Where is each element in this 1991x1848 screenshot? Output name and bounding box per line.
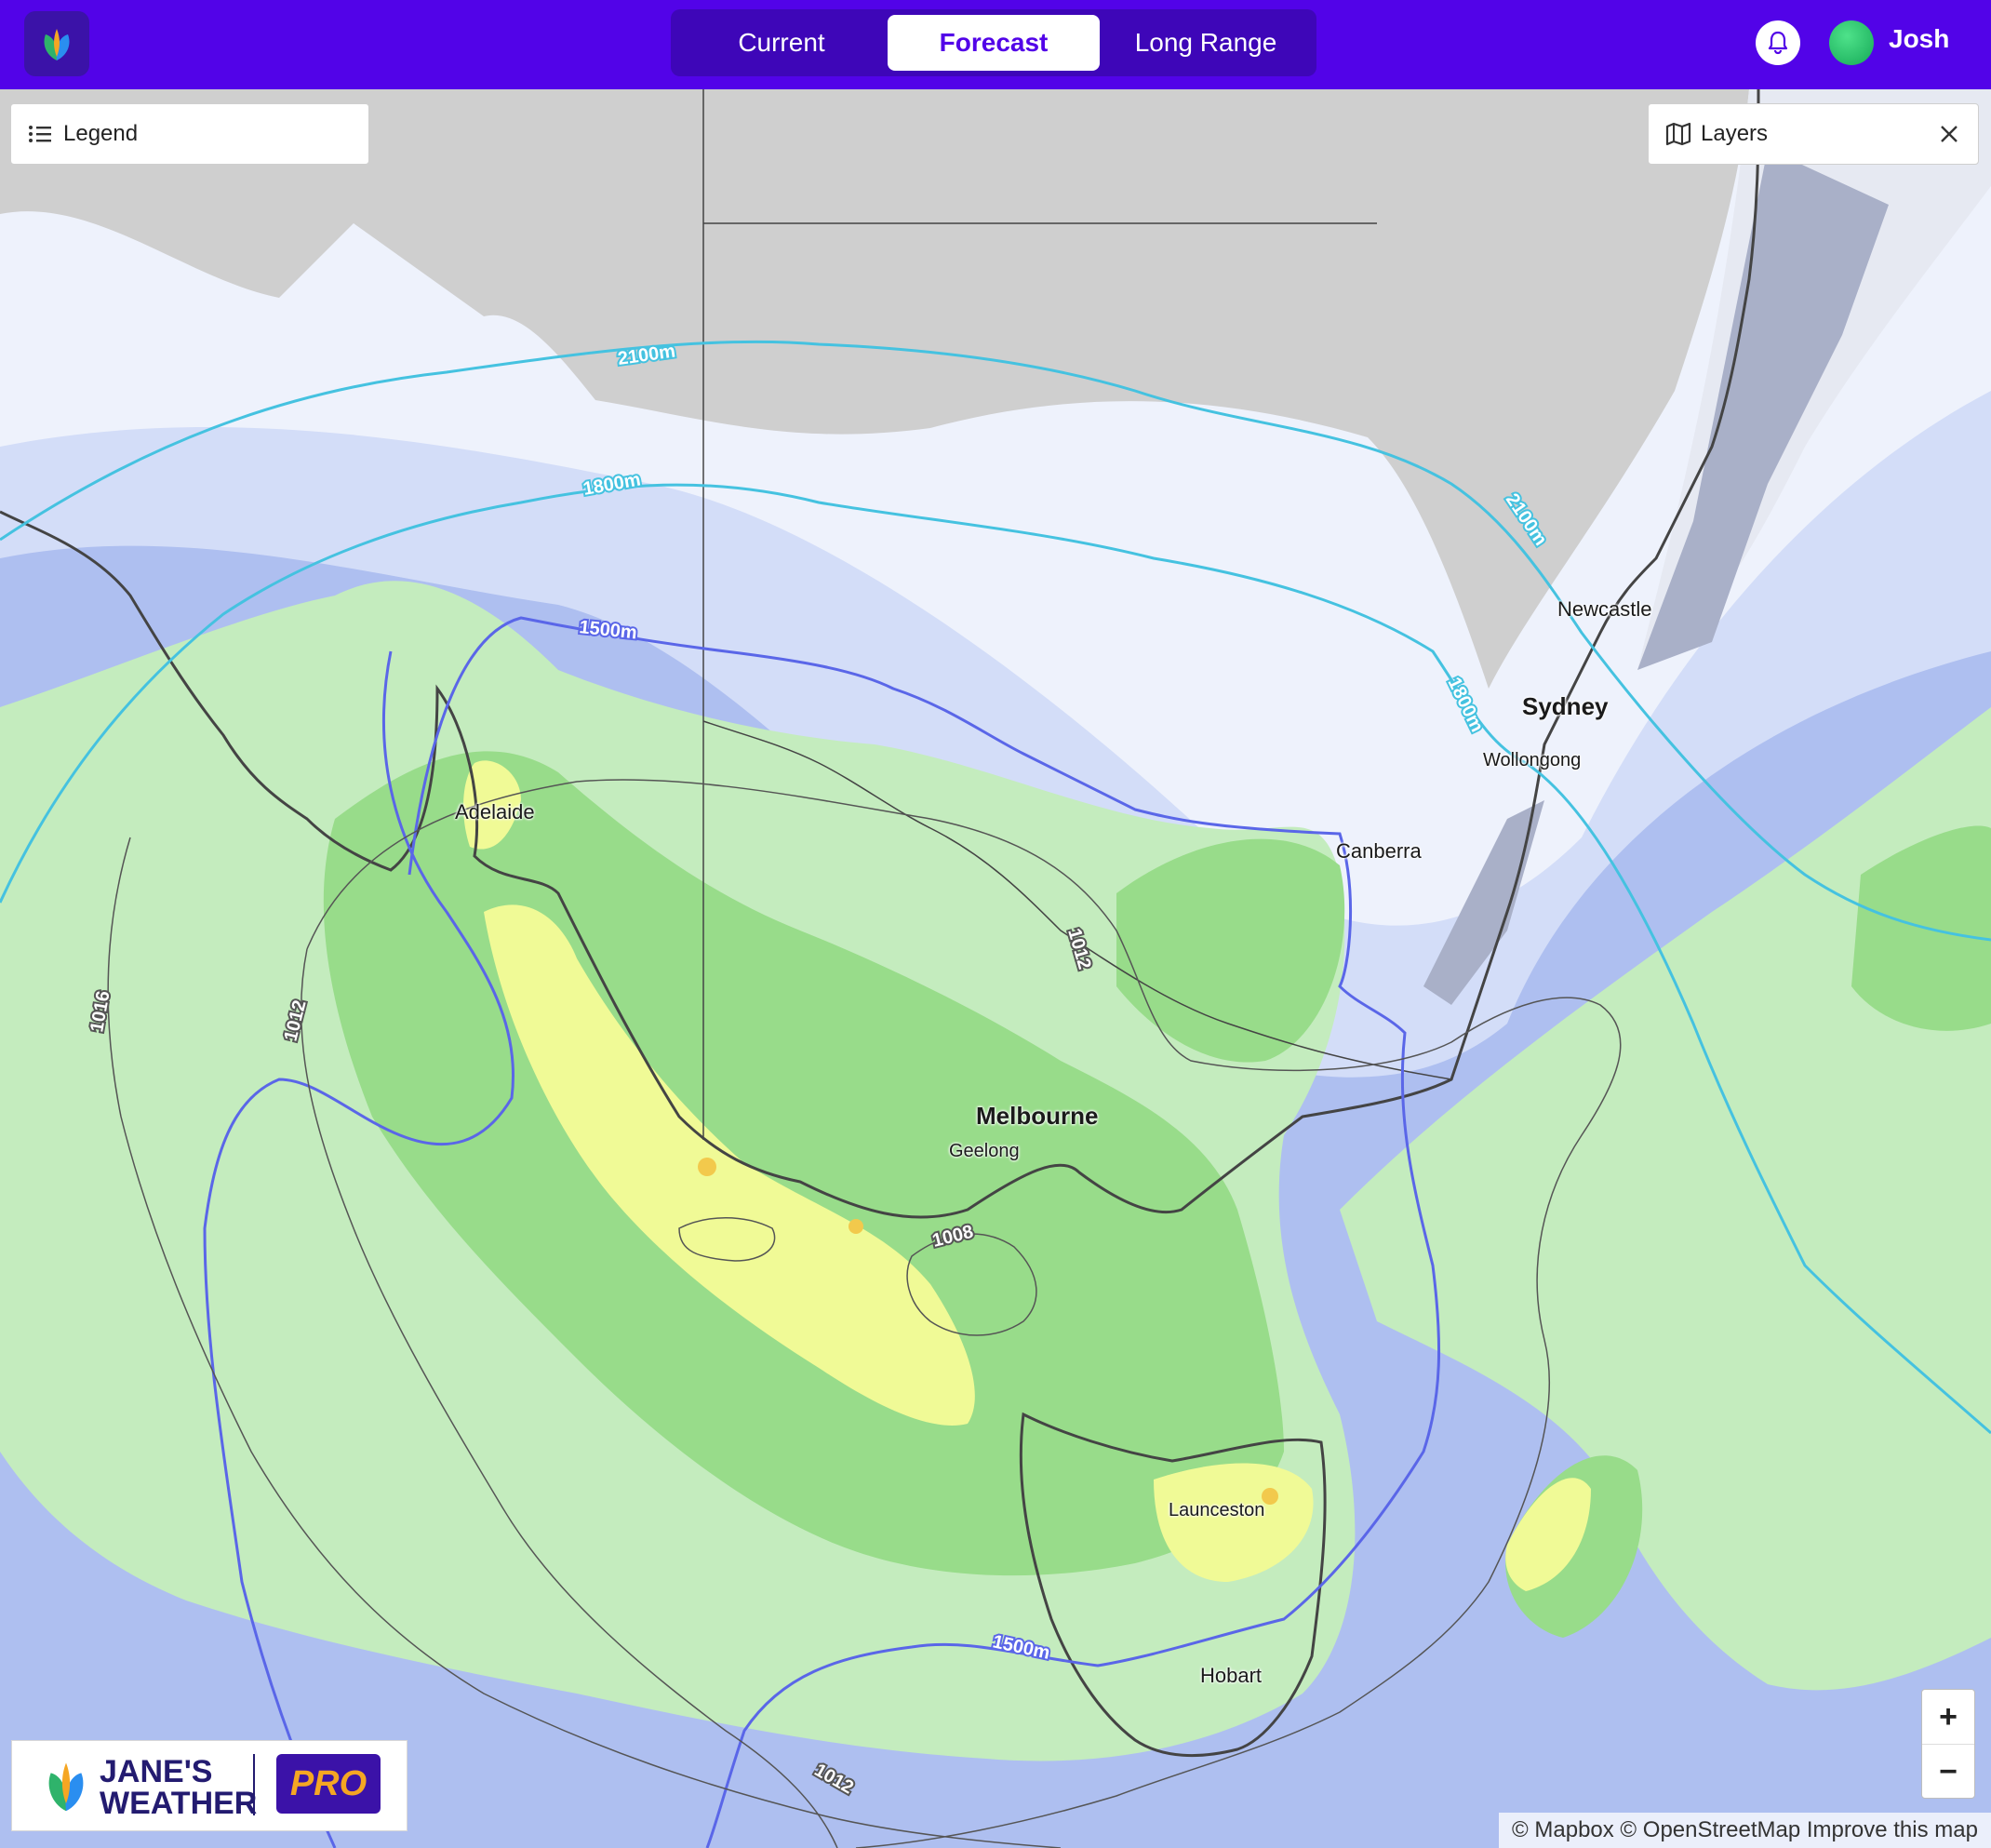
city-label-wollongong[interactable]: Wollongong	[1483, 750, 1581, 771]
map-attribution[interactable]: © Mapbox © OpenStreetMap Improve this ma…	[1499, 1813, 1991, 1848]
app-logo-button[interactable]	[24, 11, 89, 76]
city-label-newcastle[interactable]: Newcastle	[1557, 597, 1651, 622]
zoom-controls: + −	[1921, 1689, 1975, 1799]
city-label-launceston[interactable]: Launceston	[1169, 1500, 1264, 1521]
tab-forecast[interactable]: Forecast	[888, 15, 1100, 71]
leaf-logo-icon	[48, 1762, 84, 1812]
leaf-logo-icon	[44, 29, 70, 60]
bell-icon	[1768, 31, 1788, 55]
city-label-melbourne[interactable]: Melbourne	[976, 1102, 1098, 1131]
city-label-sydney[interactable]: Sydney	[1522, 692, 1609, 721]
notifications-button[interactable]	[1756, 20, 1800, 65]
city-label-geelong[interactable]: Geelong	[949, 1141, 1020, 1162]
weather-map[interactable]: 2100m 1800m 1500m 2100m 1800m 1500m 1012…	[0, 89, 1991, 1848]
city-label-adelaide[interactable]: Adelaide	[455, 800, 535, 824]
brand-logo[interactable]: JANE'S WEATHER PRO	[11, 1740, 408, 1831]
layers-panel[interactable]: Layers	[1648, 103, 1979, 165]
view-tabs: Current Forecast Long Range	[671, 9, 1316, 76]
close-icon[interactable]	[1939, 124, 1959, 144]
tab-long-range[interactable]: Long Range	[1102, 15, 1309, 71]
top-navigation-bar: Current Forecast Long Range Josh	[0, 0, 1991, 89]
list-icon	[29, 126, 51, 142]
intense-cell	[698, 1158, 716, 1176]
zoom-out-button[interactable]: −	[1922, 1745, 1974, 1799]
brand-divider	[253, 1754, 255, 1815]
user-avatar[interactable]	[1829, 20, 1874, 65]
user-name[interactable]: Josh	[1889, 24, 1949, 54]
map-icon	[1665, 122, 1691, 146]
tab-current[interactable]: Current	[678, 15, 885, 71]
city-label-canberra[interactable]: Canberra	[1336, 839, 1422, 864]
legend-label: Legend	[63, 121, 139, 146]
intense-cell	[849, 1219, 863, 1234]
zoom-in-button[interactable]: +	[1922, 1690, 1974, 1745]
brand-name: JANE'S WEATHER	[100, 1754, 258, 1821]
city-label-hobart[interactable]: Hobart	[1200, 1664, 1262, 1688]
pro-badge: PRO	[276, 1754, 381, 1814]
layers-label: Layers	[1701, 121, 1769, 146]
legend-panel[interactable]: Legend	[10, 103, 369, 165]
map-canvas[interactable]: 2100m 1800m 1500m 2100m 1800m 1500m 1012…	[0, 89, 1991, 1848]
